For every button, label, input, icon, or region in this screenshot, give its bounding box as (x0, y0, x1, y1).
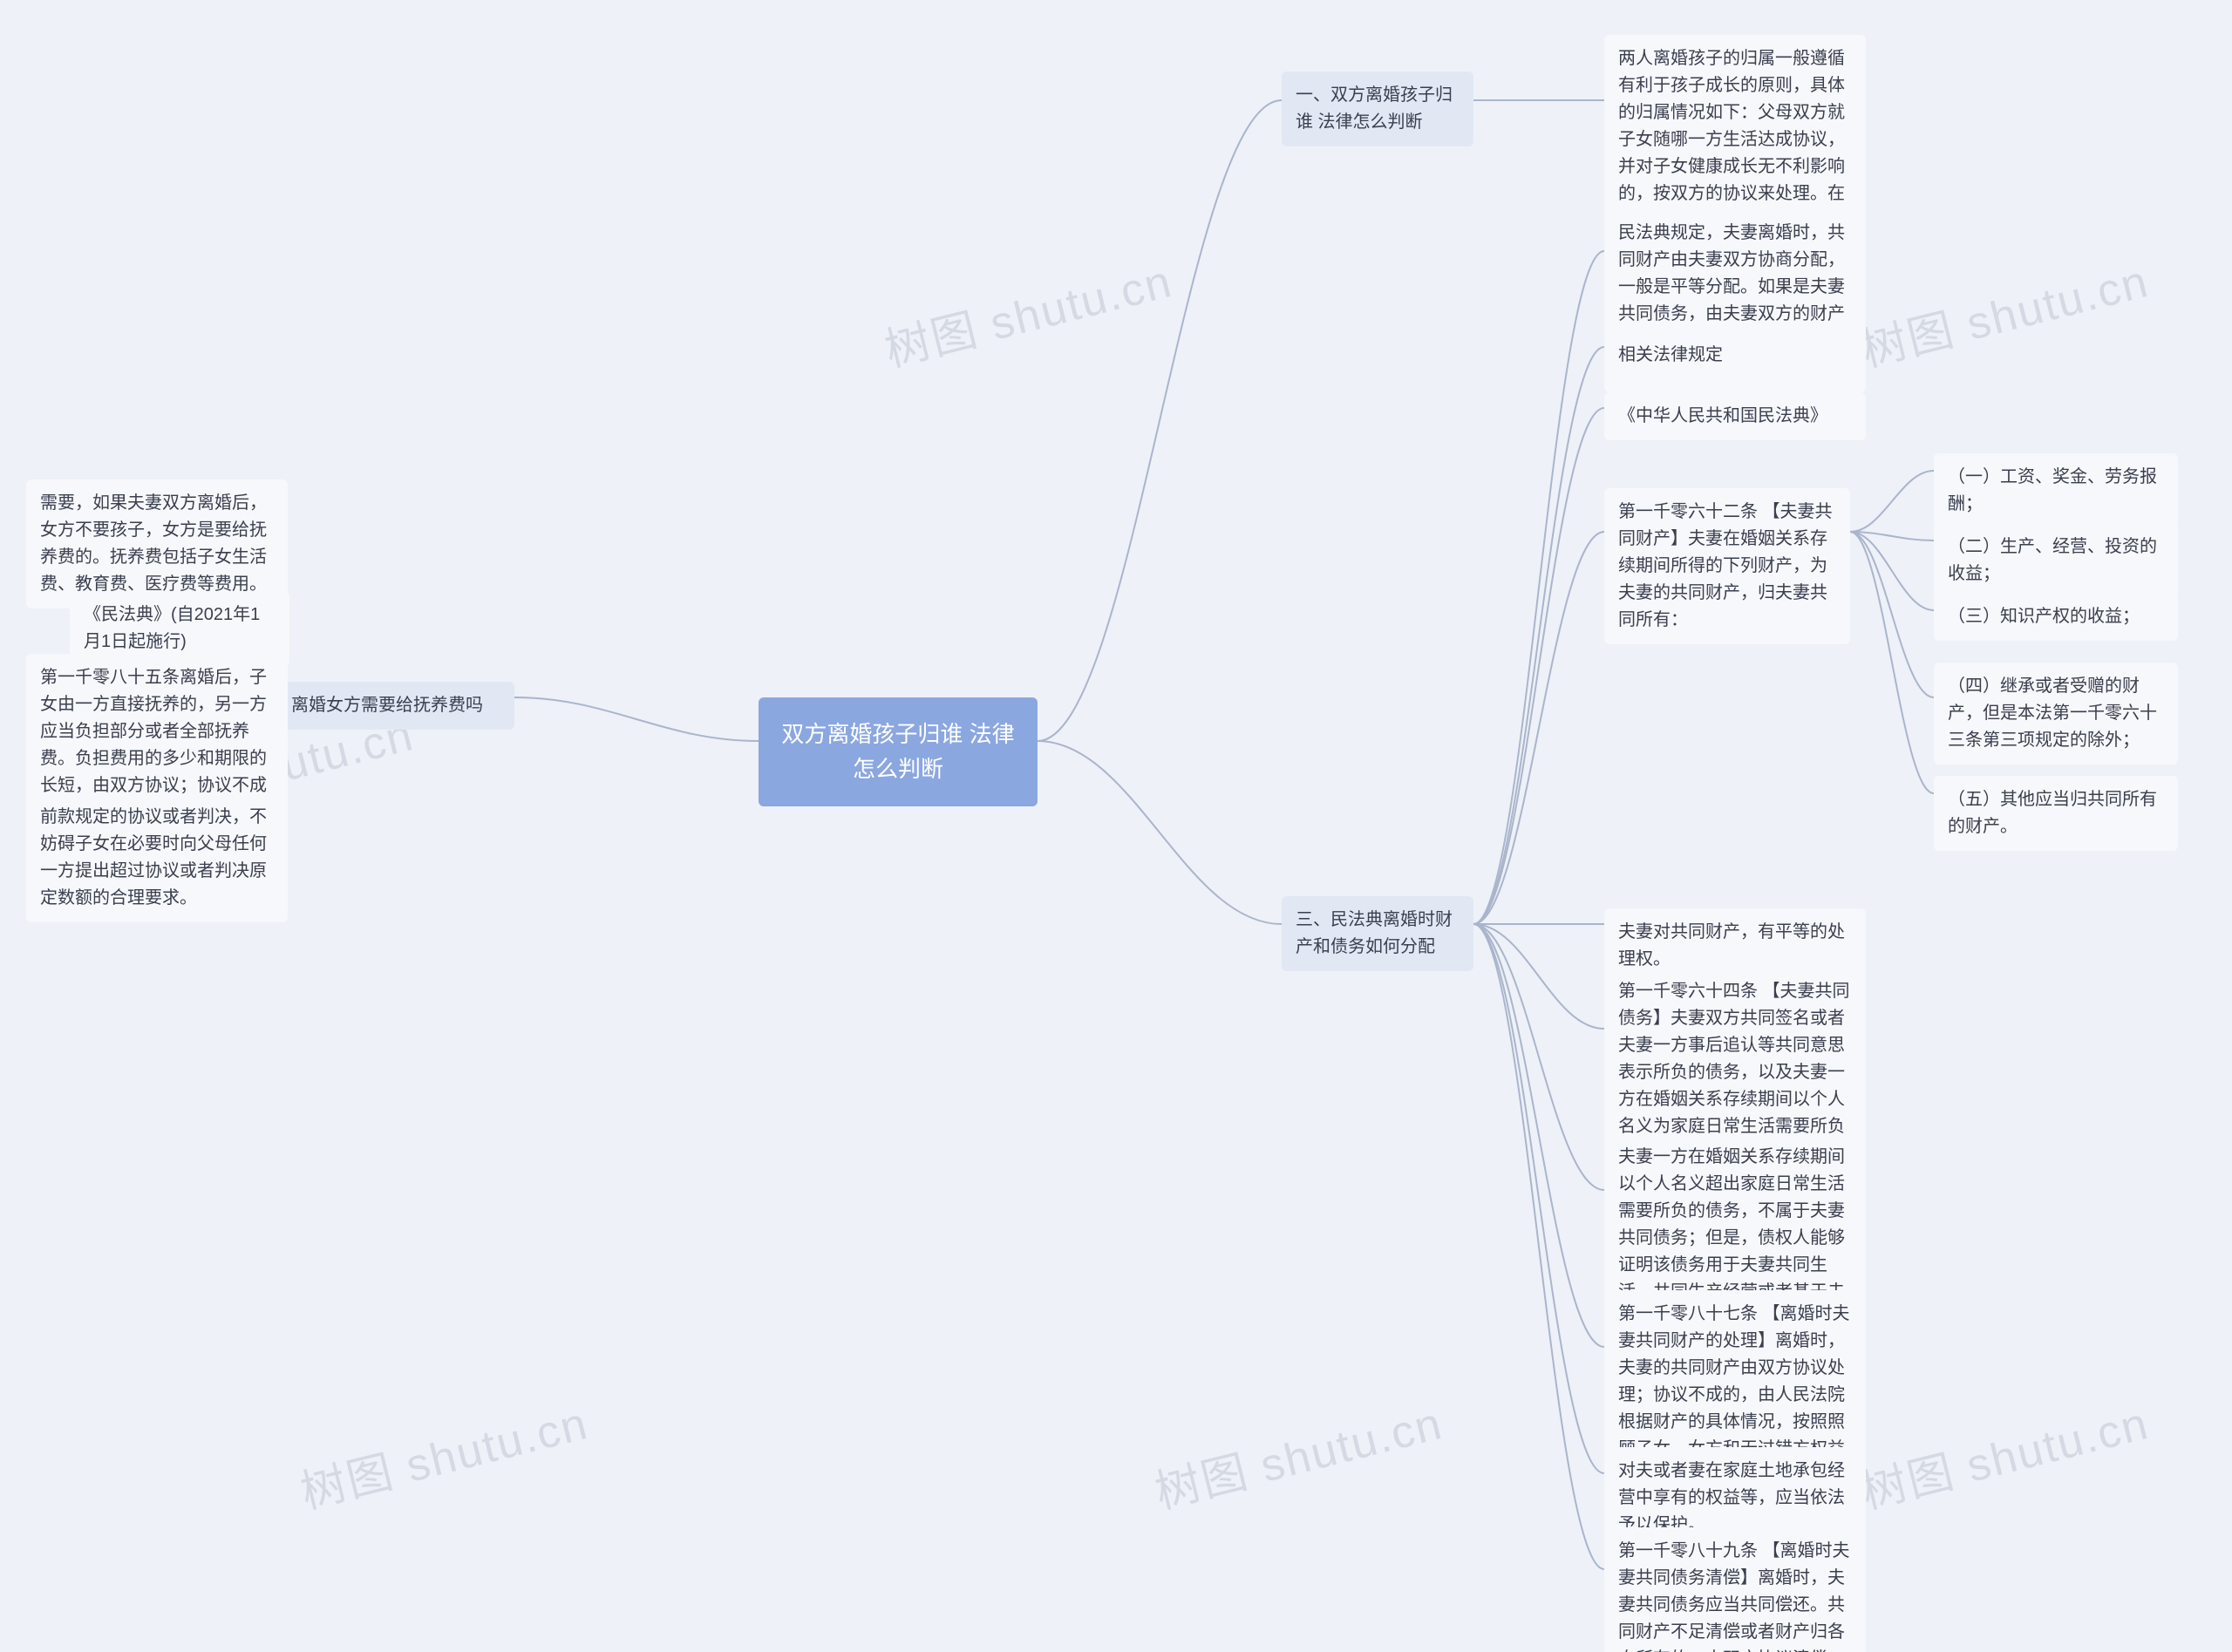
b3-sub-2[interactable]: （二）生产、经营、投资的收益； (1934, 523, 2178, 598)
mindmap-canvas: 树图 shutu.cn 树图 shutu.cn 树图 shutu.cn 树图 s… (0, 0, 2232, 1652)
b3-sub-4[interactable]: （四）继承或者受赠的财产，但是本法第一千零六十三条第三项规定的除外； (1934, 663, 2178, 765)
b3-sub-5[interactable]: （五）其他应当归共同所有的财产。 (1934, 776, 2178, 851)
watermark: 树图 shutu.cn (1147, 1386, 1448, 1520)
b3-leaf-3[interactable]: 《中华人民共和国民法典》 (1604, 392, 1866, 440)
b3-sub-3[interactable]: （三）知识产权的收益； (1934, 593, 2178, 641)
b3-sub-1[interactable]: （一）工资、奖金、劳务报酬； (1934, 453, 2178, 528)
branch-3[interactable]: 三、民法典离婚时财产和债务如何分配 (1282, 896, 1473, 971)
b2-leaf-4[interactable]: 前款规定的协议或者判决，不妨碍子女在必要时向父母任何一方提出超过协议或者判决原定… (26, 793, 288, 922)
branch-1[interactable]: 一、双方离婚孩子归谁 法律怎么判断 (1282, 71, 1473, 146)
b3-leaf-2[interactable]: 相关法律规定 (1604, 331, 1866, 379)
edge-layer (0, 0, 2232, 1652)
root-node[interactable]: 双方离婚孩子归谁 法律怎么判断 (759, 697, 1038, 806)
b3-leaf-4[interactable]: 第一千零六十二条 【夫妻共同财产】夫妻在婚姻关系存续期间所得的下列财产，为夫妻的… (1604, 488, 1850, 644)
b2-leaf-1[interactable]: 需要，如果夫妻双方离婚后，女方不要孩子，女方是要给抚养费的。抚养费包括子女生活费… (26, 479, 288, 608)
b3-leaf-10[interactable]: 第一千零八十九条 【离婚时夫妻共同债务清偿】离婚时，夫妻共同债务应当共同偿还。共… (1604, 1527, 1866, 1652)
watermark: 树图 shutu.cn (293, 1386, 594, 1520)
watermark: 树图 shutu.cn (1854, 244, 2154, 378)
watermark: 树图 shutu.cn (877, 244, 1178, 378)
watermark: 树图 shutu.cn (1854, 1386, 2154, 1520)
